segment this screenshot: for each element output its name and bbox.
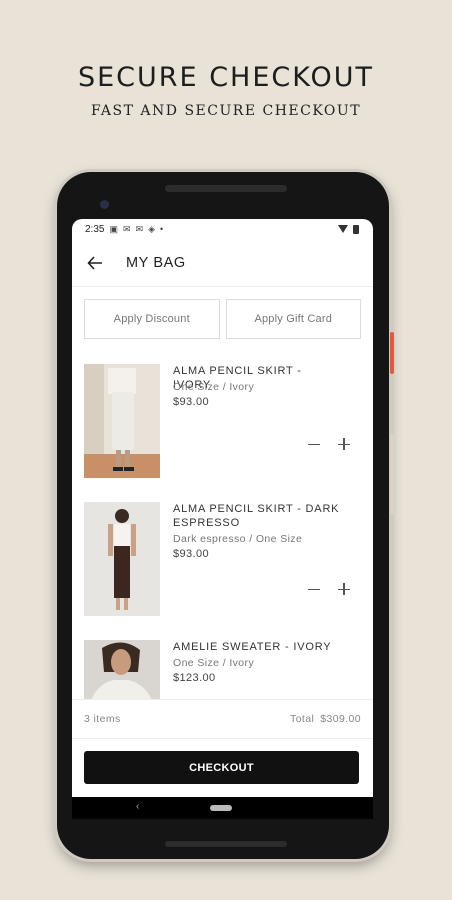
dot-icon: • bbox=[160, 224, 164, 234]
nav-home-icon[interactable] bbox=[210, 805, 232, 811]
apply-discount-button[interactable]: Apply Discount bbox=[84, 299, 220, 339]
status-bar: 2:35 ▣ ✉ ✉ ◈ • bbox=[72, 219, 373, 239]
increase-quantity-button[interactable] bbox=[338, 438, 350, 450]
status-time: 2:35 bbox=[85, 223, 105, 235]
promo-actions: Apply Discount Apply Gift Card bbox=[72, 287, 373, 339]
checkout-button[interactable]: CHECKOUT bbox=[84, 751, 359, 784]
battery-icon bbox=[353, 224, 359, 234]
cart-item-list: ALMA PENCIL SKIRT - IVORY One Size / Ivo… bbox=[72, 364, 373, 699]
promo-subtitle: FAST AND SECURE CHECKOUT bbox=[90, 103, 362, 119]
cart-item: ALMA PENCIL SKIRT - IVORY One Size / Ivo… bbox=[84, 364, 364, 484]
product-image-espresso-skirt[interactable] bbox=[84, 502, 160, 616]
product-image-ivory-sweater[interactable] bbox=[84, 640, 160, 699]
speaker-grille bbox=[165, 185, 287, 192]
system-nav-bar: ‹ bbox=[72, 797, 373, 819]
phone-frame: 2:35 ▣ ✉ ✉ ◈ • MY BAG Apply Discount App… bbox=[57, 172, 394, 859]
product-name[interactable]: ALMA PENCIL SKIRT - DARK ESPRESSO bbox=[173, 502, 343, 530]
total-label: Total bbox=[290, 713, 315, 725]
product-variant: Dark espresso / One Size bbox=[173, 533, 303, 545]
product-image-ivory-skirt[interactable] bbox=[84, 364, 160, 478]
volume-button bbox=[390, 434, 394, 514]
back-arrow-icon[interactable] bbox=[86, 254, 104, 272]
bottom-speaker-grille bbox=[165, 841, 287, 847]
product-variant: One Size / Ivory bbox=[173, 657, 255, 669]
app-screen: 2:35 ▣ ✉ ✉ ◈ • MY BAG Apply Discount App… bbox=[72, 219, 373, 797]
decrease-quantity-button[interactable] bbox=[308, 438, 320, 450]
product-price: $93.00 bbox=[173, 548, 210, 560]
decrease-quantity-button[interactable] bbox=[308, 583, 320, 595]
cart-item: AMELIE SWEATER - IVORY One Size / Ivory … bbox=[84, 640, 364, 699]
wifi-icon bbox=[338, 225, 348, 233]
quantity-stepper bbox=[308, 438, 350, 450]
increase-quantity-button[interactable] bbox=[338, 583, 350, 595]
order-summary: 3 items Total $309.00 bbox=[72, 699, 373, 739]
nav-back-icon[interactable]: ‹ bbox=[136, 801, 139, 812]
product-price: $123.00 bbox=[173, 672, 216, 684]
product-name[interactable]: AMELIE SWEATER - IVORY bbox=[173, 640, 343, 654]
item-count: 3 items bbox=[84, 713, 121, 725]
product-variant: One Size / Ivory bbox=[173, 381, 255, 393]
notification-icon: ▣ bbox=[109, 223, 118, 234]
power-button bbox=[390, 332, 394, 374]
app-bar: MY BAG bbox=[72, 239, 373, 287]
mail-icon: ✉ bbox=[122, 223, 131, 234]
promo-title: SECURE CHECKOUT bbox=[77, 62, 375, 93]
app-icon: ◈ bbox=[148, 223, 155, 234]
total-value: $309.00 bbox=[320, 713, 361, 725]
cart-item: ALMA PENCIL SKIRT - DARK ESPRESSO Dark e… bbox=[84, 502, 364, 622]
quantity-stepper bbox=[308, 583, 350, 595]
front-camera-icon bbox=[100, 200, 109, 209]
mail-icon-2: ✉ bbox=[135, 223, 144, 234]
product-price: $93.00 bbox=[173, 396, 210, 408]
page-title: MY BAG bbox=[126, 254, 186, 271]
apply-gift-card-button[interactable]: Apply Gift Card bbox=[225, 299, 361, 339]
